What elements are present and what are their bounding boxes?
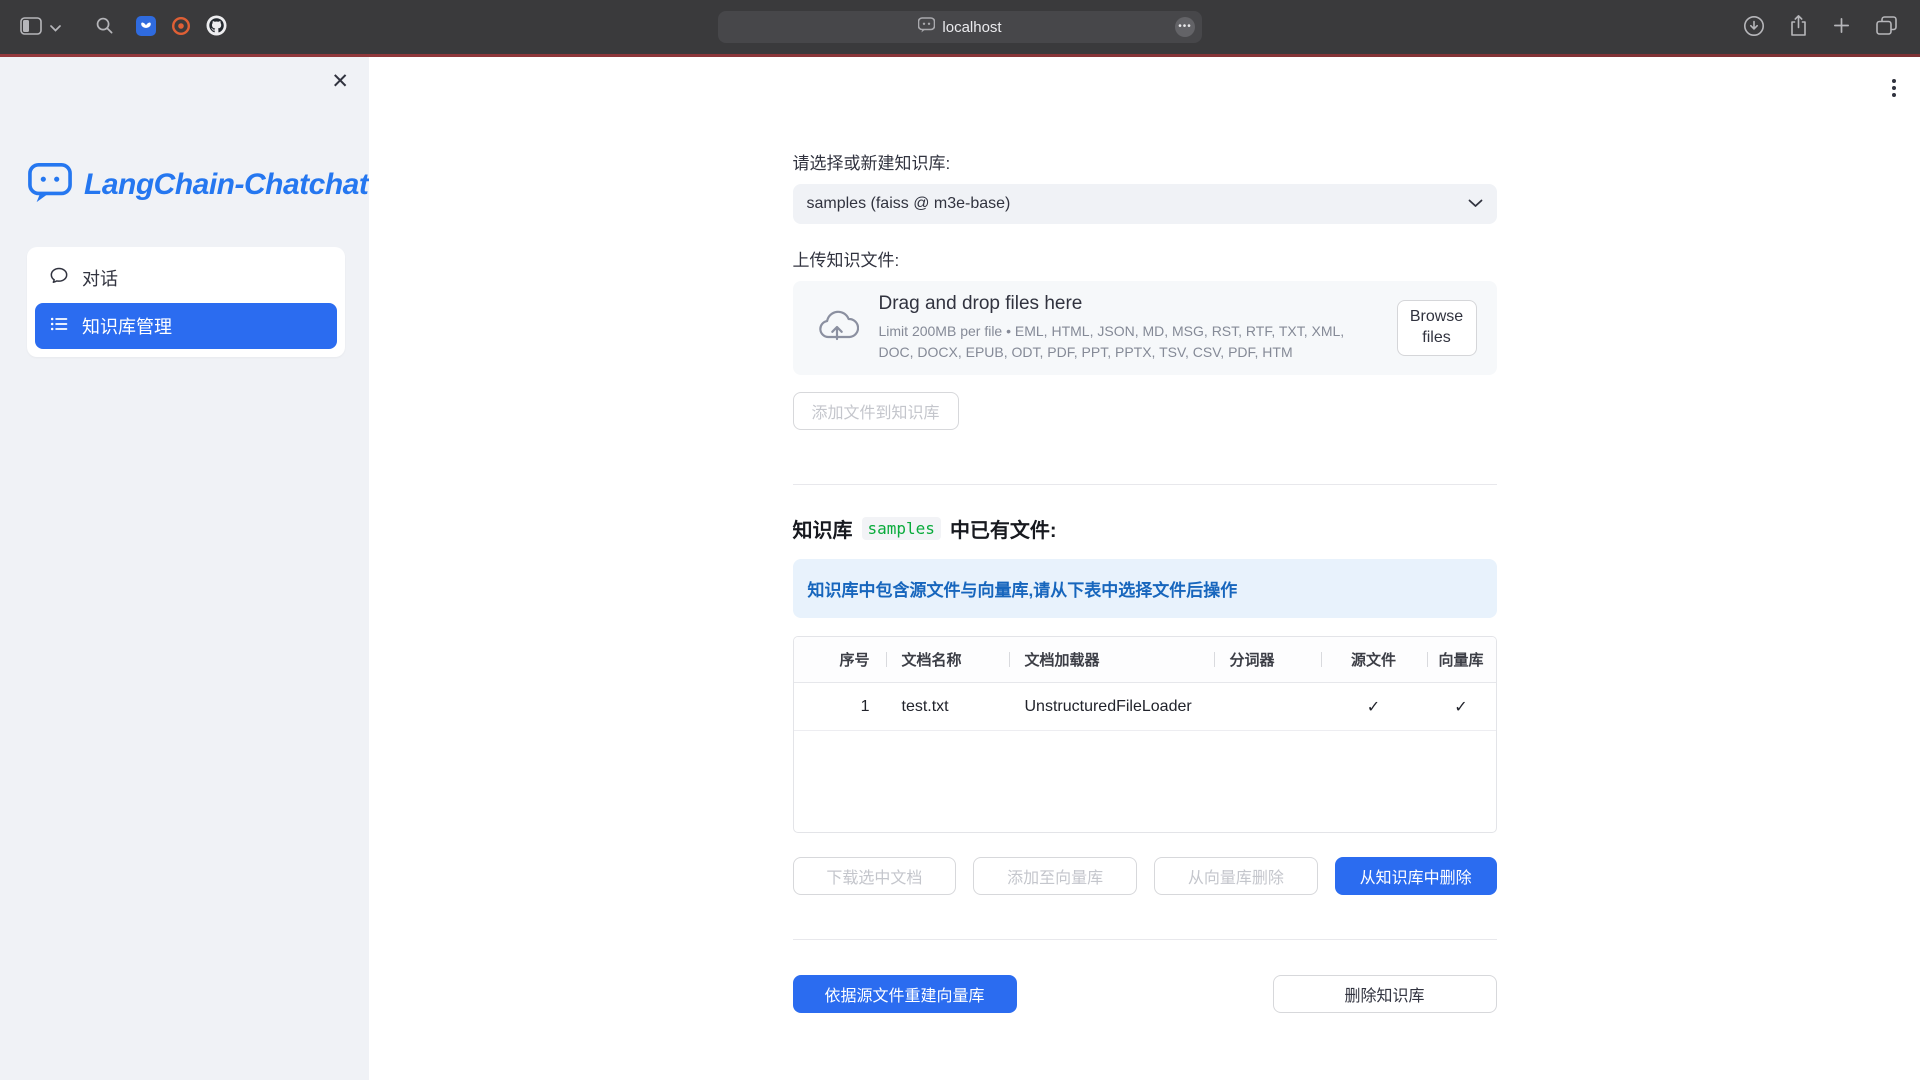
downloads-icon	[1743, 15, 1765, 40]
page: ✕ LangChain-Chatchat 对话 知识库管理	[0, 57, 1920, 1080]
divider	[793, 484, 1497, 485]
list-icon	[49, 314, 69, 339]
kb-name-code: samples	[862, 517, 941, 540]
info-banner: 知识库中包含源文件与向量库,请从下表中选择文件后操作	[793, 559, 1497, 618]
kb-select-value: samples (faiss @ m3e-base)	[807, 195, 1011, 213]
logo-chat-icon	[27, 161, 73, 209]
address-url: localhost	[942, 19, 1001, 36]
browser-toolbar: localhost •••	[0, 0, 1920, 54]
upload-section-label: 上传知识文件:	[793, 246, 1497, 271]
download-selected-button[interactable]: 下载选中文档	[793, 857, 957, 895]
delete-kb-button[interactable]: 删除知识库	[1273, 975, 1497, 1013]
col-header-source-file: 源文件	[1321, 637, 1427, 682]
address-bar[interactable]: localhost •••	[718, 11, 1202, 43]
col-header-index: 序号	[794, 637, 886, 682]
sidebar-menu-chevron[interactable]	[50, 20, 61, 35]
dropzone-title: Drag and drop files here	[879, 293, 1377, 315]
app-logo: LangChain-Chatchat	[27, 161, 345, 209]
logo-text: LangChain-Chatchat	[84, 168, 368, 202]
pinned-tab-bluesky-icon	[136, 16, 156, 39]
col-header-loader: 文档加载器	[1009, 637, 1214, 682]
sidebar-toggle-button[interactable]	[20, 17, 42, 38]
pinned-tab-github-icon	[206, 15, 227, 39]
share-button[interactable]	[1789, 14, 1808, 40]
table-header-row: 序号 文档名称 文档加载器 分词器 源文件 向量库	[794, 637, 1496, 683]
files-table: 序号 文档名称 文档加载器 分词器 源文件 向量库 1 test.txt Uns…	[793, 636, 1497, 833]
delete-from-vector-store-button[interactable]: 从向量库删除	[1154, 857, 1318, 895]
table-row[interactable]: 1 test.txt UnstructuredFileLoader ✓ ✓	[794, 683, 1496, 731]
search-button[interactable]	[95, 16, 114, 38]
file-action-buttons: 下载选中文档 添加至向量库 从向量库删除 从知识库中删除	[793, 857, 1497, 895]
tab-overview-icon	[1875, 15, 1898, 39]
chevron-down-icon	[1468, 195, 1483, 213]
kb-selectbox[interactable]: samples (faiss @ m3e-base)	[793, 184, 1497, 224]
add-to-vector-store-button[interactable]: 添加至向量库	[973, 857, 1137, 895]
toolbar-right-group	[1743, 0, 1898, 54]
browse-files-button[interactable]: Browse files	[1397, 300, 1477, 356]
delete-from-kb-button[interactable]: 从知识库中删除	[1335, 857, 1497, 895]
cell-doc-name: test.txt	[886, 683, 1009, 730]
tab-overview-button[interactable]	[1875, 15, 1898, 39]
cell-tokenizer	[1214, 683, 1321, 730]
pinned-tab-2[interactable]	[171, 16, 191, 39]
col-header-tokenizer: 分词器	[1214, 637, 1321, 682]
share-icon	[1789, 14, 1808, 40]
more-menu-icon[interactable]	[1886, 73, 1902, 103]
sidebar-item-label: 对话	[82, 265, 118, 291]
downloads-button[interactable]	[1743, 15, 1765, 40]
files-heading: 知识库 samples 中已有文件:	[793, 514, 1497, 543]
files-heading-prefix: 知识库	[793, 514, 853, 543]
cell-source-file-check: ✓	[1321, 683, 1427, 730]
pinned-tab-3[interactable]	[206, 15, 227, 39]
main-content: 请选择或新建知识库: samples (faiss @ m3e-base) 上传…	[369, 57, 1920, 1080]
col-header-doc-name: 文档名称	[886, 637, 1009, 682]
kb-select-label: 请选择或新建知识库:	[793, 149, 1497, 174]
kb-bottom-buttons: 依据源文件重建向量库 删除知识库	[793, 975, 1497, 1013]
site-favicon-icon	[918, 17, 935, 38]
new-tab-button[interactable]	[1832, 16, 1851, 38]
toolbar-left-group	[20, 0, 227, 54]
sidebar-menu: 对话 知识库管理	[27, 247, 345, 357]
sidebar-item-label: 知识库管理	[82, 313, 172, 339]
dropzone-limit-text: Limit 200MB per file • EML, HTML, JSON, …	[879, 321, 1377, 363]
upload-dropzone[interactable]: Drag and drop files here Limit 200MB per…	[793, 281, 1497, 375]
rebuild-vector-store-button[interactable]: 依据源文件重建向量库	[793, 975, 1017, 1013]
chevron-down-icon	[50, 20, 61, 35]
content-column: 请选择或新建知识库: samples (faiss @ m3e-base) 上传…	[793, 57, 1497, 1013]
cell-index: 1	[794, 683, 886, 730]
chat-bubble-icon	[49, 266, 69, 291]
extensions-ellipsis-icon[interactable]: •••	[1175, 17, 1195, 37]
new-tab-icon	[1832, 16, 1851, 38]
search-icon	[95, 16, 114, 38]
dropzone-text: Drag and drop files here Limit 200MB per…	[879, 293, 1377, 363]
pinned-tab-target-icon	[171, 16, 191, 39]
files-heading-suffix: 中已有文件:	[950, 514, 1057, 543]
pinned-tab-1[interactable]	[136, 16, 156, 39]
sidebar-item-kb-management[interactable]: 知识库管理	[35, 303, 337, 349]
cell-vector-store-check: ✓	[1427, 683, 1496, 730]
sidebar: ✕ LangChain-Chatchat 对话 知识库管理	[0, 57, 369, 1080]
add-files-button[interactable]: 添加文件到知识库	[793, 392, 959, 430]
cell-loader: UnstructuredFileLoader	[1009, 683, 1214, 730]
sidebar-toggle-icon	[20, 17, 42, 38]
divider	[793, 939, 1497, 940]
col-header-vector-store: 向量库	[1427, 637, 1496, 682]
sidebar-close-button[interactable]: ✕	[331, 71, 349, 92]
cloud-upload-icon	[815, 308, 859, 349]
sidebar-item-dialogue[interactable]: 对话	[35, 255, 337, 301]
